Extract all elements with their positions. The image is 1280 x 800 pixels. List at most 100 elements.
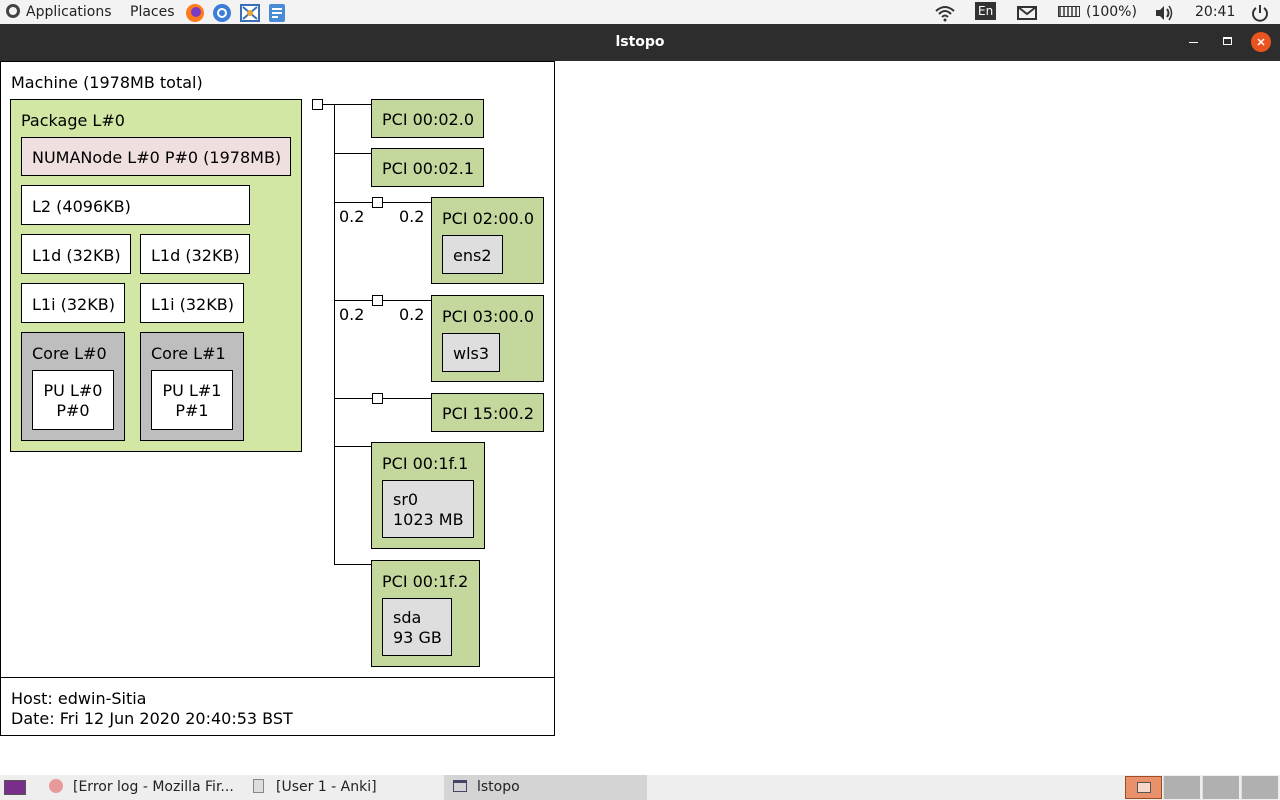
taskbar-item-label: [User 1 - Anki] <box>276 779 377 795</box>
firefox-launcher-icon[interactable] <box>184 3 204 22</box>
pci-device-label: PCI 02:00.0 <box>442 209 534 228</box>
host-label: Host: edwin-Sitia <box>11 689 147 708</box>
pci-link-6 <box>334 564 371 565</box>
taskbar-item-label: lstopo <box>477 779 520 795</box>
battery-icon <box>1058 6 1080 17</box>
l1i-cache-label-0: L1i (32KB) <box>32 295 115 314</box>
link-speed-left: 0.2 <box>339 305 365 324</box>
l1d-cache-box-0: L1d (32KB) <box>21 234 131 274</box>
pci-device-label: PCI 03:00.0 <box>442 307 534 326</box>
core-label-1: Core L#1 <box>151 344 226 363</box>
places-label: Places <box>130 4 175 20</box>
core-label-0: Core L#0 <box>32 344 107 363</box>
pci-device-box: PCI 00:02.0 <box>371 99 484 138</box>
package-label: Package L#0 <box>21 111 125 130</box>
os-device-box: sda 93 GB <box>382 598 452 656</box>
workspace-1[interactable] <box>1125 776 1162 799</box>
pci-link-1 <box>334 153 371 154</box>
date-label: Date: Fri 12 Jun 2020 20:40:53 BST <box>11 709 293 728</box>
os-device-label: ens2 <box>453 246 492 265</box>
minimize-button[interactable] <box>1184 32 1204 52</box>
l2-cache-box: L2 (4096KB) <box>21 185 250 225</box>
window-titlebar[interactable]: lstopo <box>0 24 1280 61</box>
maximize-icon <box>1223 37 1232 45</box>
pci-link-4b <box>383 398 431 399</box>
pci-link-5 <box>334 446 371 447</box>
ubuntu-logo-icon <box>6 4 20 18</box>
pci-bridge-icon-2 <box>372 197 383 208</box>
pci-device-label: PCI 00:1f.1 <box>382 454 469 473</box>
anki-icon <box>253 779 264 793</box>
pci-device-label: PCI 00:1f.2 <box>382 572 469 591</box>
workspace-3[interactable] <box>1202 776 1239 799</box>
battery-indicator[interactable]: (100%) <box>1058 0 1137 24</box>
show-desktop-icon[interactable] <box>4 780 26 795</box>
os-device-box: ens2 <box>442 235 503 274</box>
l1d-cache-label-1: L1d (32KB) <box>151 246 240 265</box>
numa-node-box: NUMANode L#0 P#0 (1978MB) <box>21 137 291 176</box>
topology-canvas[interactable]: Machine (1978MB total) Package L#0 NUMAN… <box>0 61 1280 775</box>
pci-device-label: PCI 15:00.2 <box>442 404 534 423</box>
network-tool-launcher-icon[interactable] <box>239 3 260 22</box>
pci-link-3b <box>383 300 431 301</box>
workspace-4[interactable] <box>1241 776 1278 799</box>
app-launcher-icon[interactable] <box>266 3 286 22</box>
pu-box-1: PU L#1 P#1 <box>151 370 233 430</box>
pu-box-0: PU L#0 P#0 <box>32 370 114 430</box>
pci-link-4 <box>334 398 372 399</box>
clock[interactable]: 20:41 <box>1195 0 1235 24</box>
pci-link-2 <box>334 202 372 203</box>
pu-label-0: PU L#0 P#0 <box>43 381 103 420</box>
l1d-cache-label-0: L1d (32KB) <box>32 246 121 265</box>
applications-label: Applications <box>26 4 112 20</box>
wifi-icon[interactable] <box>934 3 955 22</box>
pci-bridge-icon-4 <box>372 393 383 404</box>
os-device-box: wls3 <box>442 333 500 372</box>
l1d-cache-box-1: L1d (32KB) <box>140 234 250 274</box>
numa-node-label: NUMANode L#0 P#0 (1978MB) <box>32 148 282 167</box>
machine-label: Machine (1978MB total) <box>11 73 203 92</box>
taskbar-item-lstopo[interactable]: lstopo <box>444 775 647 800</box>
taskbar-item-firefox[interactable]: [Error log - Mozilla Fir... <box>40 775 240 800</box>
browser-launcher-icon[interactable] <box>211 3 231 22</box>
volume-icon[interactable] <box>1153 3 1173 21</box>
link-speed-right: 0.2 <box>399 207 425 226</box>
applications-menu[interactable]: Applications <box>6 0 112 24</box>
pci-device-box: PCI 00:02.1 <box>371 148 484 187</box>
places-menu[interactable]: Places <box>130 0 175 24</box>
pci-link-2b <box>383 202 431 203</box>
keyboard-layout-label: En <box>975 2 997 20</box>
pci-bus-line <box>334 104 335 565</box>
os-device-label: wls3 <box>453 344 490 363</box>
os-device-box: sr0 1023 MB <box>382 480 474 538</box>
pci-device-box: PCI 15:00.2 <box>431 393 544 432</box>
close-icon <box>1257 38 1265 46</box>
l1i-cache-box-0: L1i (32KB) <box>21 283 125 323</box>
top-panel: Applications Places En (100%) 20:41 <box>0 0 1280 24</box>
os-device-label: sr0 1023 MB <box>393 490 464 529</box>
keyboard-layout-indicator[interactable]: En <box>975 0 997 24</box>
pci-device-label: PCI 00:02.0 <box>382 110 474 129</box>
pci-link-3 <box>334 300 372 301</box>
power-icon[interactable] <box>1249 3 1269 22</box>
link-speed-right: 0.2 <box>399 305 425 324</box>
legend-box: Host: edwin-Sitia Date: Fri 12 Jun 2020 … <box>0 677 555 736</box>
bridge-link <box>323 104 371 105</box>
host-bridge-icon <box>312 99 323 110</box>
workspace-2[interactable] <box>1163 776 1200 799</box>
maximize-button[interactable] <box>1218 32 1238 52</box>
l2-cache-label: L2 (4096KB) <box>32 197 131 216</box>
mail-icon[interactable] <box>1016 3 1037 21</box>
taskbar: [Error log - Mozilla Fir... [User 1 - An… <box>0 775 1280 800</box>
pci-bridge-icon-3 <box>372 295 383 306</box>
workspace-window-icon <box>1137 782 1151 793</box>
window-icon <box>453 780 467 792</box>
taskbar-item-anki[interactable]: [User 1 - Anki] <box>244 775 440 800</box>
close-button[interactable] <box>1251 32 1271 52</box>
pu-label-1: PU L#1 P#1 <box>162 381 222 420</box>
link-speed-left: 0.2 <box>339 207 365 226</box>
l1i-cache-label-1: L1i (32KB) <box>151 295 234 314</box>
battery-percentage: (100%) <box>1086 4 1137 20</box>
l1i-cache-box-1: L1i (32KB) <box>140 283 244 323</box>
pci-device-label: PCI 00:02.1 <box>382 159 474 178</box>
